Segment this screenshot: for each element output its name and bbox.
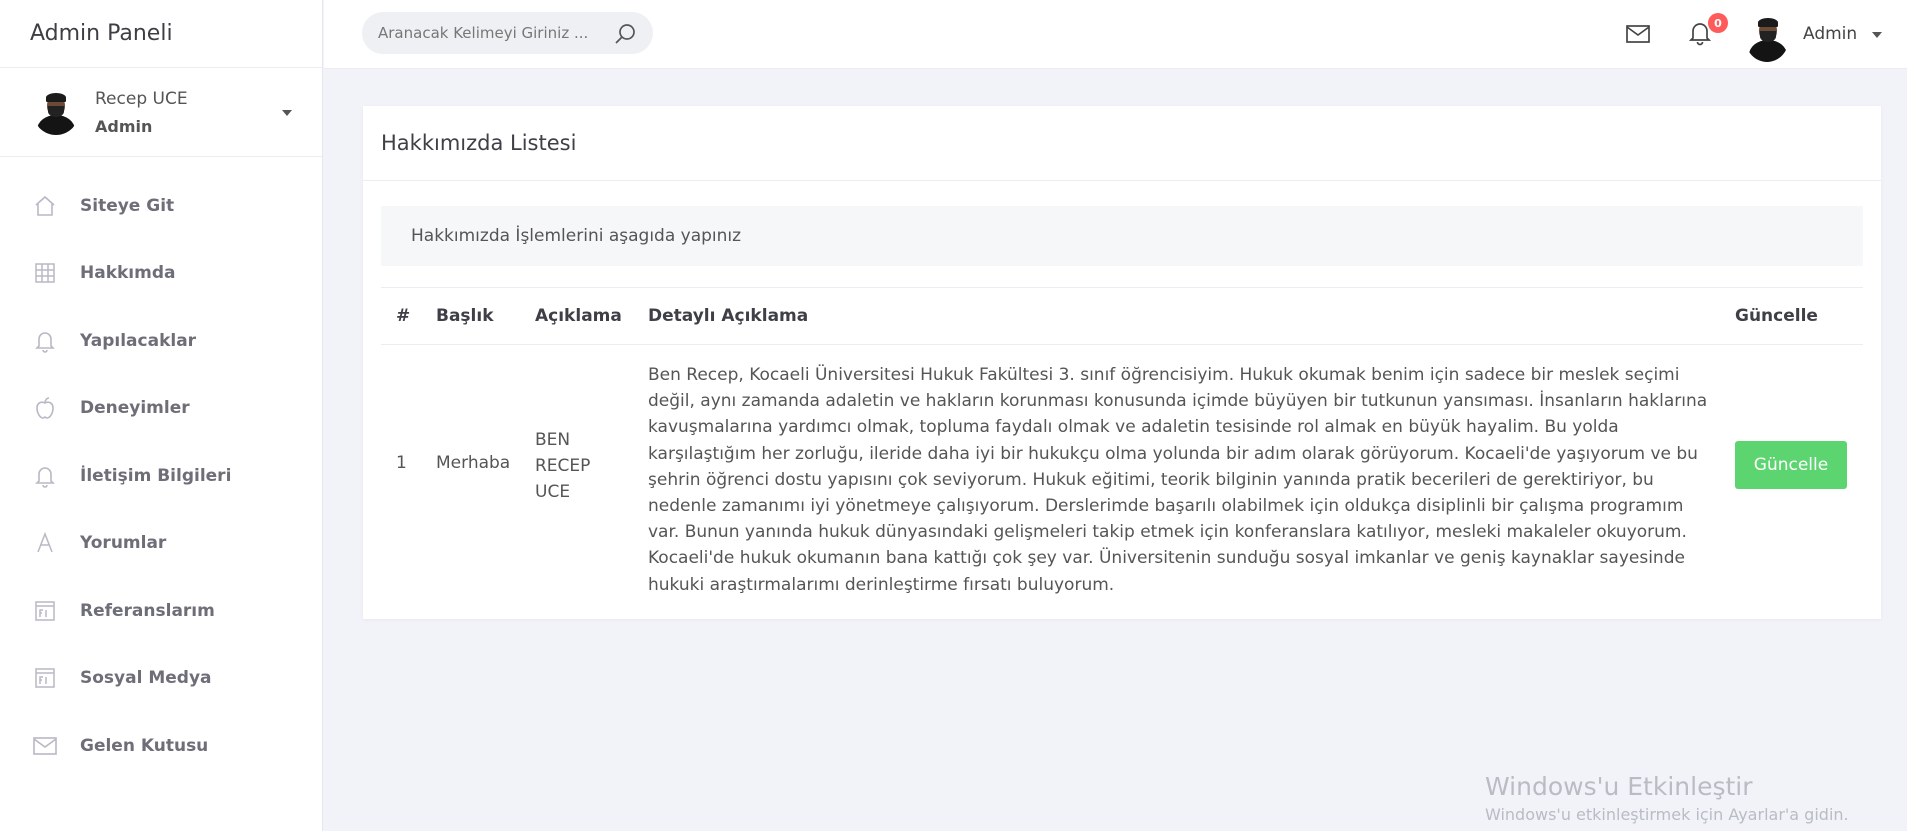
sidebar-item-label: Yapılacaklar bbox=[80, 330, 197, 351]
brand-title: Admin Paneli bbox=[0, 0, 322, 68]
sidebar-item-label: Yorumlar bbox=[80, 533, 167, 554]
column-header-update: Güncelle bbox=[1735, 306, 1818, 326]
column-header-description: Açıklama bbox=[535, 306, 622, 326]
sidebar-item-sosyal-medya[interactable]: Sosyal Medya bbox=[0, 645, 322, 713]
font-icon bbox=[33, 531, 57, 555]
about-table: # Başlık Açıklama Detaylı Açıklama Günce… bbox=[381, 287, 1863, 595]
column-header-id: # bbox=[396, 306, 411, 326]
sidebar-item-gelen-kutusu[interactable]: Gelen Kutusu bbox=[0, 712, 322, 780]
sidebar-profile[interactable]: Recep UCE Admin bbox=[0, 68, 322, 157]
watermark-subtitle: Windows'u etkinleştirmek için Ayarlar'a … bbox=[1485, 805, 1849, 824]
sidebar-nav: Siteye Git Hakkımda Yapılacaklar Deneyim… bbox=[0, 157, 322, 780]
sidebar: Admin Paneli Recep UCE Admin Siteye Git … bbox=[0, 0, 323, 831]
sidebar-item-label: Gelen Kutusu bbox=[80, 735, 209, 756]
fi-icon bbox=[33, 666, 57, 690]
sidebar-item-deneyimler[interactable]: Deneyimler bbox=[0, 375, 322, 443]
search-icon[interactable] bbox=[614, 22, 638, 46]
bell-icon bbox=[33, 329, 57, 353]
user-avatar[interactable] bbox=[1745, 14, 1789, 62]
sidebar-item-hakkimda[interactable]: Hakkımda bbox=[0, 240, 322, 308]
mail-icon[interactable] bbox=[1626, 24, 1650, 44]
row-title: Merhaba bbox=[436, 453, 511, 473]
watermark-title: Windows'u Etkinleştir bbox=[1485, 772, 1753, 801]
fi-icon bbox=[33, 599, 57, 623]
table-row: 1 Merhaba BEN RECEP UCE Ben Recep, Kocae… bbox=[381, 345, 1863, 595]
chevron-down-icon[interactable] bbox=[1872, 32, 1882, 38]
bell-icon bbox=[33, 464, 57, 488]
sidebar-item-label: Deneyimler bbox=[80, 398, 190, 419]
grid-icon bbox=[33, 261, 57, 285]
about-list-card: Hakkımızda Listesi Hakkımızda İşlemlerin… bbox=[363, 106, 1881, 619]
notification-badge: 0 bbox=[1708, 13, 1728, 33]
row-description: BEN RECEP UCE bbox=[535, 430, 591, 502]
info-alert: Hakkımızda İşlemlerini aşagıda yapınız bbox=[381, 206, 1863, 266]
topbar: 0 Admin bbox=[324, 0, 1907, 69]
column-header-title: Başlık bbox=[436, 306, 494, 326]
sidebar-item-label: Hakkımda bbox=[80, 263, 176, 284]
search-input[interactable] bbox=[378, 24, 588, 42]
sidebar-item-yapilacaklar[interactable]: Yapılacaklar bbox=[0, 307, 322, 375]
home-icon bbox=[33, 194, 57, 218]
user-name[interactable]: Admin bbox=[1803, 24, 1857, 44]
sidebar-item-label: Siteye Git bbox=[80, 195, 175, 216]
sidebar-item-referanslarim[interactable]: Referanslarım bbox=[0, 577, 322, 645]
avatar bbox=[33, 89, 79, 135]
row-detail: Ben Recep, Kocaeli Üniversitesi Hukuk Fa… bbox=[648, 365, 1708, 595]
windows-activation-watermark: Windows'u Etkinleştir Windows'u etkinleş… bbox=[1485, 772, 1849, 824]
sidebar-item-yorumlar[interactable]: Yorumlar bbox=[0, 510, 322, 578]
search-bar bbox=[362, 12, 653, 54]
card-title: Hakkımızda Listesi bbox=[363, 106, 1881, 181]
table-header: # Başlık Açıklama Detaylı Açıklama Günce… bbox=[381, 287, 1863, 345]
row-id: 1 bbox=[396, 453, 407, 473]
profile-role: Admin bbox=[95, 116, 153, 136]
sidebar-item-label: İletişim Bilgileri bbox=[80, 465, 232, 486]
column-header-detail: Detaylı Açıklama bbox=[648, 306, 809, 326]
mail-icon bbox=[33, 734, 57, 758]
sidebar-item-siteye-git[interactable]: Siteye Git bbox=[0, 172, 322, 240]
sidebar-item-label: Sosyal Medya bbox=[80, 668, 212, 689]
update-button[interactable]: Güncelle bbox=[1735, 441, 1847, 489]
apple-icon bbox=[33, 396, 57, 420]
chevron-down-icon[interactable] bbox=[282, 110, 292, 116]
sidebar-item-iletisim[interactable]: İletişim Bilgileri bbox=[0, 442, 322, 510]
profile-name: Recep UCE bbox=[95, 88, 188, 109]
sidebar-item-label: Referanslarım bbox=[80, 600, 215, 621]
